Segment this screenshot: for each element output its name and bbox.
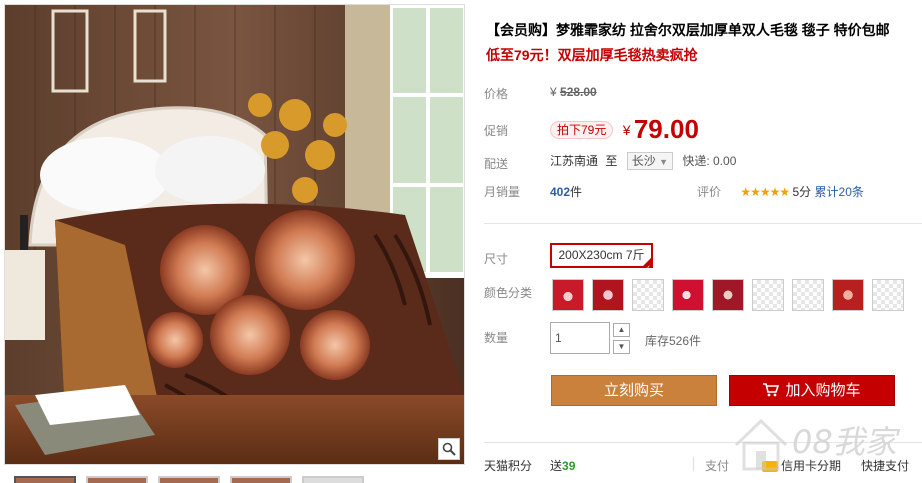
ship-to-word: 至 <box>605 154 618 168</box>
size-option-text: 200X230cm 7斤 <box>558 248 645 262</box>
bedroom-photo <box>5 5 464 464</box>
color-swatch[interactable] <box>752 279 784 311</box>
currency-symbol: ¥ <box>622 121 631 138</box>
points-label[interactable]: 天猫积分 <box>484 457 532 474</box>
watermark-text: 08我家 <box>792 423 901 461</box>
shipping-label: 配送 <box>484 157 509 171</box>
promo-price: 拍下79元 ¥ 79.00 <box>550 114 699 145</box>
sales-count: 402 <box>550 185 571 199</box>
buy-now-button[interactable]: 立刻购买 <box>551 375 717 406</box>
color-swatch[interactable] <box>712 279 744 311</box>
express-fee: 快递: 0.00 <box>682 154 737 168</box>
color-swatch[interactable] <box>592 279 624 311</box>
currency-symbol: ¥ <box>550 85 557 99</box>
destination-value: 长沙 <box>631 154 656 168</box>
promo-badge: 拍下79元 <box>550 120 614 139</box>
thumbnail[interactable] <box>86 476 148 483</box>
quantity-decrement-button[interactable]: ▼ <box>613 340 630 354</box>
size-option-selected[interactable]: 200X230cm 7斤 <box>550 243 653 279</box>
thumbnail-strip <box>14 476 364 483</box>
color-label: 颜色分类 <box>484 286 533 300</box>
points-info: 送39 <box>550 457 575 474</box>
quantity-increment-button[interactable]: ▲ <box>613 323 630 337</box>
thumbnail[interactable] <box>158 476 220 483</box>
color-swatch[interactable] <box>552 279 584 311</box>
stock-count: 库存526件 <box>645 334 702 348</box>
price-label: 价格 <box>484 87 509 101</box>
points-prefix: 送 <box>550 459 563 473</box>
color-swatch[interactable] <box>672 279 704 311</box>
thumbnail[interactable] <box>302 476 364 483</box>
color-swatch[interactable] <box>872 279 904 311</box>
add-to-cart-button[interactable]: 加入购物车 <box>729 375 895 406</box>
quantity-label: 数量 <box>484 331 509 345</box>
size-label: 尺寸 <box>484 252 509 266</box>
cart-icon <box>763 382 780 396</box>
magnifier-icon <box>442 442 456 456</box>
promo-label: 促销 <box>484 124 509 138</box>
original-price-value: 528.00 <box>560 85 597 99</box>
zoom-button[interactable] <box>438 438 460 460</box>
rating: 评价 ★★★★★ 5分 累计20条 <box>697 183 864 200</box>
sales-unit: 件 <box>570 185 583 199</box>
rating-label: 评价 <box>697 185 722 199</box>
color-swatch[interactable] <box>632 279 664 311</box>
quantity-input[interactable]: 1 <box>550 322 610 354</box>
current-price: 79.00 <box>633 114 699 144</box>
product-title: 【会员购】梦雅霏家纺 拉舍尔双层加厚单双人毛毯 毯子 特价包邮 <box>486 22 890 38</box>
monthly-sales: 402件 <box>550 183 582 200</box>
shipping-info: 江苏南通 至 长沙 ▼ 快递: 0.00 <box>550 152 736 170</box>
ship-from: 江苏南通 <box>550 154 599 168</box>
product-subtitle: 低至79元！双层加厚毛毯热卖疯抢 <box>486 47 698 63</box>
thumbnail[interactable] <box>14 476 76 483</box>
color-swatch[interactable] <box>792 279 824 311</box>
add-to-cart-label: 加入购物车 <box>785 382 861 399</box>
product-main-image[interactable] <box>4 4 465 465</box>
divider <box>693 457 694 471</box>
rating-score: 5分 <box>792 185 812 199</box>
destination-select[interactable]: 长沙 ▼ <box>626 152 673 170</box>
color-swatches <box>552 279 904 311</box>
monthly-sales-label: 月销量 <box>484 185 521 199</box>
divider <box>484 223 922 224</box>
site-watermark-logo: 08我家 <box>734 418 901 471</box>
star-rating-icon: ★★★★★ <box>740 185 790 199</box>
points-value: 39 <box>562 459 576 473</box>
thumbnail[interactable] <box>230 476 292 483</box>
original-price: ¥ 528.00 <box>550 85 597 99</box>
review-count-link[interactable]: 累计20条 <box>815 185 864 199</box>
color-swatch[interactable] <box>832 279 864 311</box>
chevron-down-icon: ▼ <box>659 157 668 167</box>
selected-check-icon <box>642 257 652 279</box>
product-page: 【会员购】梦雅霏家纺 拉舍尔双层加厚单双人毛毯 毯子 特价包邮 低至79元！双层… <box>0 0 922 483</box>
